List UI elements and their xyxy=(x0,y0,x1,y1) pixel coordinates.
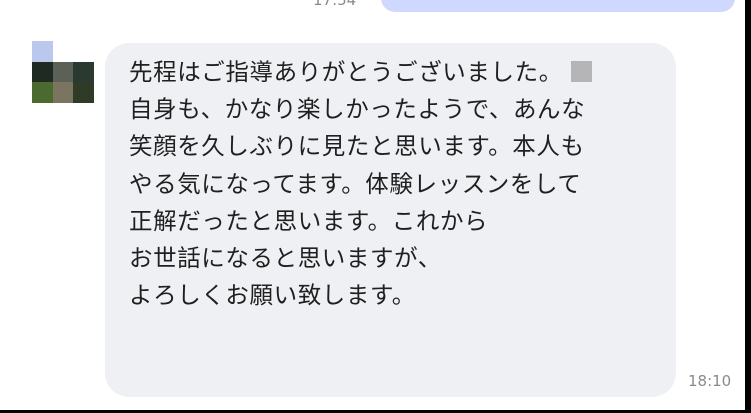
avatar-pixel xyxy=(52,41,74,62)
avatar-pixel xyxy=(73,82,94,103)
incoming-message-timestamp: 18:10 xyxy=(688,372,732,390)
avatar-pixel xyxy=(52,82,74,103)
message-line: 自身も、かなり楽しかったようで、あんな xyxy=(129,95,586,124)
previous-outgoing-message-bubble[interactable] xyxy=(381,0,735,12)
avatar-pixel xyxy=(32,41,53,62)
avatar-pixel xyxy=(73,61,94,83)
message-line: よろしくお願い致します。 xyxy=(129,281,416,310)
message-line: お世話になると思いますが、 xyxy=(129,244,442,273)
message-line: 先程はご指導ありがとうございました。 xyxy=(129,54,669,91)
message-line: やる気になってます。体験レッスンをして xyxy=(129,169,582,198)
previous-message-timestamp: 17:54 xyxy=(313,0,357,9)
message-line: 笑顔を久しぶりに見たと思います。本人も xyxy=(129,132,585,161)
avatar-pixel xyxy=(73,41,94,62)
avatar-pixel xyxy=(32,82,53,103)
avatar-pixel xyxy=(52,61,74,83)
chat-screen: 17:54 先程はご指導ありがとうございました。 自身も、かなり楽しかったようで… xyxy=(0,0,751,413)
avatar-pixel xyxy=(32,61,53,83)
incoming-message-text: 先程はご指導ありがとうございました。 自身も、かなり楽しかったようで、あんな 笑… xyxy=(129,54,669,314)
redacted-emoji-icon xyxy=(570,61,592,82)
sender-avatar[interactable] xyxy=(32,41,94,103)
message-line: 正解だったと思います。これから xyxy=(129,206,489,235)
chat-conversation-panel[interactable]: 17:54 先程はご指導ありがとうございました。 自身も、かなり楽しかったようで… xyxy=(0,0,745,410)
message-line-text: 先程はご指導ありがとうございました。 xyxy=(129,58,563,86)
